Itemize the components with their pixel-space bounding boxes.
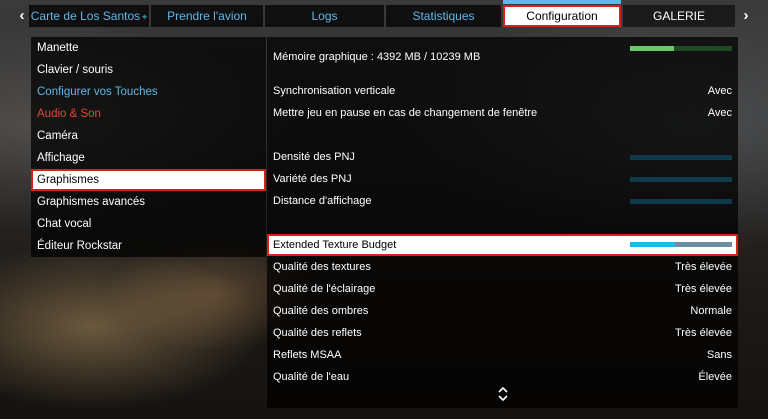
- msaa-reflections-row[interactable]: Reflets MSAA Sans: [267, 344, 738, 366]
- tab-statistics[interactable]: Statistiques: [386, 5, 501, 27]
- scroll-up-down-icon[interactable]: [267, 386, 738, 408]
- menu-item-display[interactable]: Affichage: [31, 147, 266, 169]
- vsync-label: Synchronisation verticale: [273, 85, 396, 97]
- shadow-quality-row[interactable]: Qualité des ombres Normale: [267, 300, 738, 322]
- extended-texture-budget-slider[interactable]: [630, 242, 732, 247]
- nav-left-arrow-icon[interactable]: ‹: [14, 6, 30, 26]
- msaa-reflections-label: Reflets MSAA: [273, 349, 342, 361]
- vsync-value: Avec: [707, 85, 732, 97]
- graphics-memory-bar: [630, 46, 732, 51]
- reflection-quality-row[interactable]: Qualité des reflets Très élevée: [267, 322, 738, 344]
- tab-map-label: Carte de Los Santos: [30, 9, 141, 23]
- graphics-memory-bar-fill: [630, 46, 674, 51]
- tab-gallery-label: GALERIE: [652, 9, 706, 23]
- texture-quality-value: Très élevée: [674, 261, 732, 273]
- reflection-quality-value: Très élevée: [674, 327, 732, 339]
- lighting-quality-row[interactable]: Qualité de l'éclairage Très élevée: [267, 278, 738, 300]
- graphics-memory-row: Mémoire graphique : 4392 MB / 10239 MB: [267, 37, 738, 77]
- vsync-row[interactable]: Synchronisation verticale Avec: [267, 80, 738, 102]
- menu-item-controller[interactable]: Manette: [31, 37, 266, 59]
- pnj-variety-slider[interactable]: [630, 177, 732, 182]
- extended-texture-budget-row[interactable]: Extended Texture Budget: [267, 234, 738, 256]
- extended-texture-budget-fill: [630, 242, 675, 247]
- draw-distance-row[interactable]: Distance d'affichage: [267, 190, 738, 212]
- graphics-settings-panel: Mémoire graphique : 4392 MB / 10239 MB S…: [267, 37, 738, 408]
- pnj-variety-label: Variété des PNJ: [273, 173, 352, 185]
- water-quality-value: Élevée: [698, 371, 732, 383]
- tab-take-plane[interactable]: Prendre l'avion: [151, 5, 263, 27]
- tab-take-plane-label: Prendre l'avion: [167, 9, 247, 23]
- pnj-density-row[interactable]: Densité des PNJ: [267, 146, 738, 168]
- draw-distance-slider[interactable]: [630, 199, 732, 204]
- tab-logs-label: Logs: [311, 9, 338, 23]
- lighting-quality-label: Qualité de l'éclairage: [273, 283, 376, 295]
- lighting-quality-value: Très élevée: [674, 283, 732, 295]
- menu-item-configure-keys[interactable]: Configurer vos Touches: [31, 81, 266, 103]
- pnj-density-label: Densité des PNJ: [273, 151, 355, 163]
- menu-item-rockstar-editor[interactable]: Éditeur Rockstar: [31, 235, 266, 257]
- pause-on-focus-loss-row[interactable]: Mettre jeu en pause en cas de changement…: [267, 102, 738, 124]
- tab-configuration[interactable]: Configuration: [503, 5, 621, 27]
- menu-item-audio[interactable]: Audio & Son: [31, 103, 266, 125]
- msaa-reflections-value: Sans: [706, 349, 732, 361]
- texture-quality-row[interactable]: Qualité des textures Très élevée: [267, 256, 738, 278]
- pnj-variety-row[interactable]: Variété des PNJ: [267, 168, 738, 190]
- map-marker-icon: ⌖: [142, 12, 148, 22]
- top-navigation: ‹ Carte de Los Santos ⌖ Prendre l'avion L…: [0, 0, 768, 32]
- settings-category-menu: Manette Clavier / souris Configurer vos …: [31, 37, 266, 257]
- tab-configuration-label: Configuration: [526, 9, 598, 23]
- menu-item-voice-chat[interactable]: Chat vocal: [31, 213, 266, 235]
- nav-right-arrow-icon[interactable]: ›: [738, 6, 754, 26]
- pnj-density-slider[interactable]: [630, 155, 732, 160]
- active-tab-indicator: [503, 0, 621, 4]
- menu-item-camera[interactable]: Caméra: [31, 125, 266, 147]
- graphics-memory-label: Mémoire graphique : 4392 MB / 10239 MB: [273, 51, 481, 63]
- draw-distance-label: Distance d'affichage: [273, 195, 372, 207]
- shadow-quality-value: Normale: [690, 305, 732, 317]
- menu-item-graphics[interactable]: Graphismes: [31, 169, 266, 191]
- shadow-quality-label: Qualité des ombres: [273, 305, 369, 317]
- water-quality-label: Qualité de l'eau: [273, 371, 350, 383]
- extended-texture-budget-label: Extended Texture Budget: [273, 239, 397, 251]
- tab-map[interactable]: Carte de Los Santos ⌖: [29, 5, 149, 27]
- pause-on-focus-loss-value: Avec: [707, 107, 732, 119]
- menu-item-advanced-graphics[interactable]: Graphismes avancés: [31, 191, 266, 213]
- scroll-chevrons-icon: [497, 386, 508, 402]
- reflection-quality-label: Qualité des reflets: [273, 327, 362, 339]
- pause-on-focus-loss-label: Mettre jeu en pause en cas de changement…: [273, 107, 538, 119]
- menu-item-keyboard-mouse[interactable]: Clavier / souris: [31, 59, 266, 81]
- texture-quality-label: Qualité des textures: [273, 261, 371, 273]
- water-quality-row[interactable]: Qualité de l'eau Élevée: [267, 366, 738, 388]
- tab-statistics-label: Statistiques: [412, 9, 475, 23]
- tab-logs[interactable]: Logs: [265, 5, 384, 27]
- tab-gallery[interactable]: GALERIE: [623, 5, 735, 27]
